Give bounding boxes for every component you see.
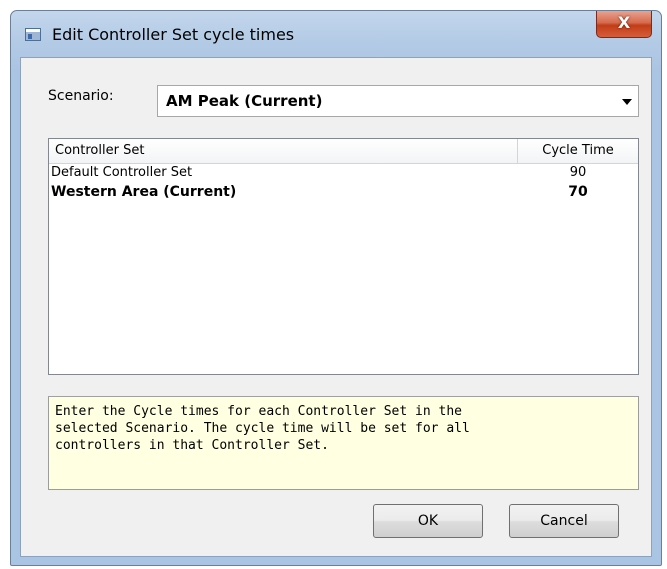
window-icon	[25, 28, 41, 41]
ok-button[interactable]: OK	[373, 504, 483, 538]
controller-set-name: Western Area (Current)	[51, 184, 237, 200]
cancel-button[interactable]: Cancel	[509, 504, 619, 538]
window-title: Edit Controller Set cycle times	[52, 25, 295, 44]
help-text-line: controllers in that Controller Set.	[55, 438, 329, 453]
scenario-selected-value: AM Peak (Current)	[166, 92, 323, 110]
table-row[interactable]: Default Controller Set 90	[49, 164, 638, 183]
dialog-window: Edit Controller Set cycle times X Scenar…	[10, 10, 662, 566]
cycle-time-value[interactable]: 90	[518, 165, 638, 180]
close-icon: X	[617, 13, 631, 32]
column-header-controller-set[interactable]: Controller Set	[49, 139, 518, 163]
close-button[interactable]: X	[596, 11, 652, 38]
help-text-line: Enter the Cycle times for each Controlle…	[55, 404, 462, 419]
dialog-client-area: Scenario: AM Peak (Current) Controller S…	[20, 57, 652, 557]
help-text-box: Enter the Cycle times for each Controlle…	[48, 396, 639, 490]
cycle-time-value[interactable]: 70	[518, 184, 638, 200]
controller-set-list[interactable]: Controller Set Cycle Time Default Contro…	[48, 138, 639, 375]
help-text-line: selected Scenario. The cycle time will b…	[55, 421, 470, 436]
controller-set-name: Default Controller Set	[51, 165, 193, 180]
column-header-cycle-time[interactable]: Cycle Time	[518, 139, 638, 163]
title-bar[interactable]: Edit Controller Set cycle times X	[11, 11, 661, 57]
list-rows: Default Controller Set 90 Western Area (…	[49, 164, 638, 202]
scenario-dropdown[interactable]: AM Peak (Current)	[157, 85, 639, 117]
scenario-label: Scenario:	[48, 88, 114, 104]
table-row[interactable]: Western Area (Current) 70	[49, 183, 638, 202]
chevron-down-icon[interactable]	[622, 99, 632, 105]
list-header: Controller Set Cycle Time	[49, 139, 638, 164]
